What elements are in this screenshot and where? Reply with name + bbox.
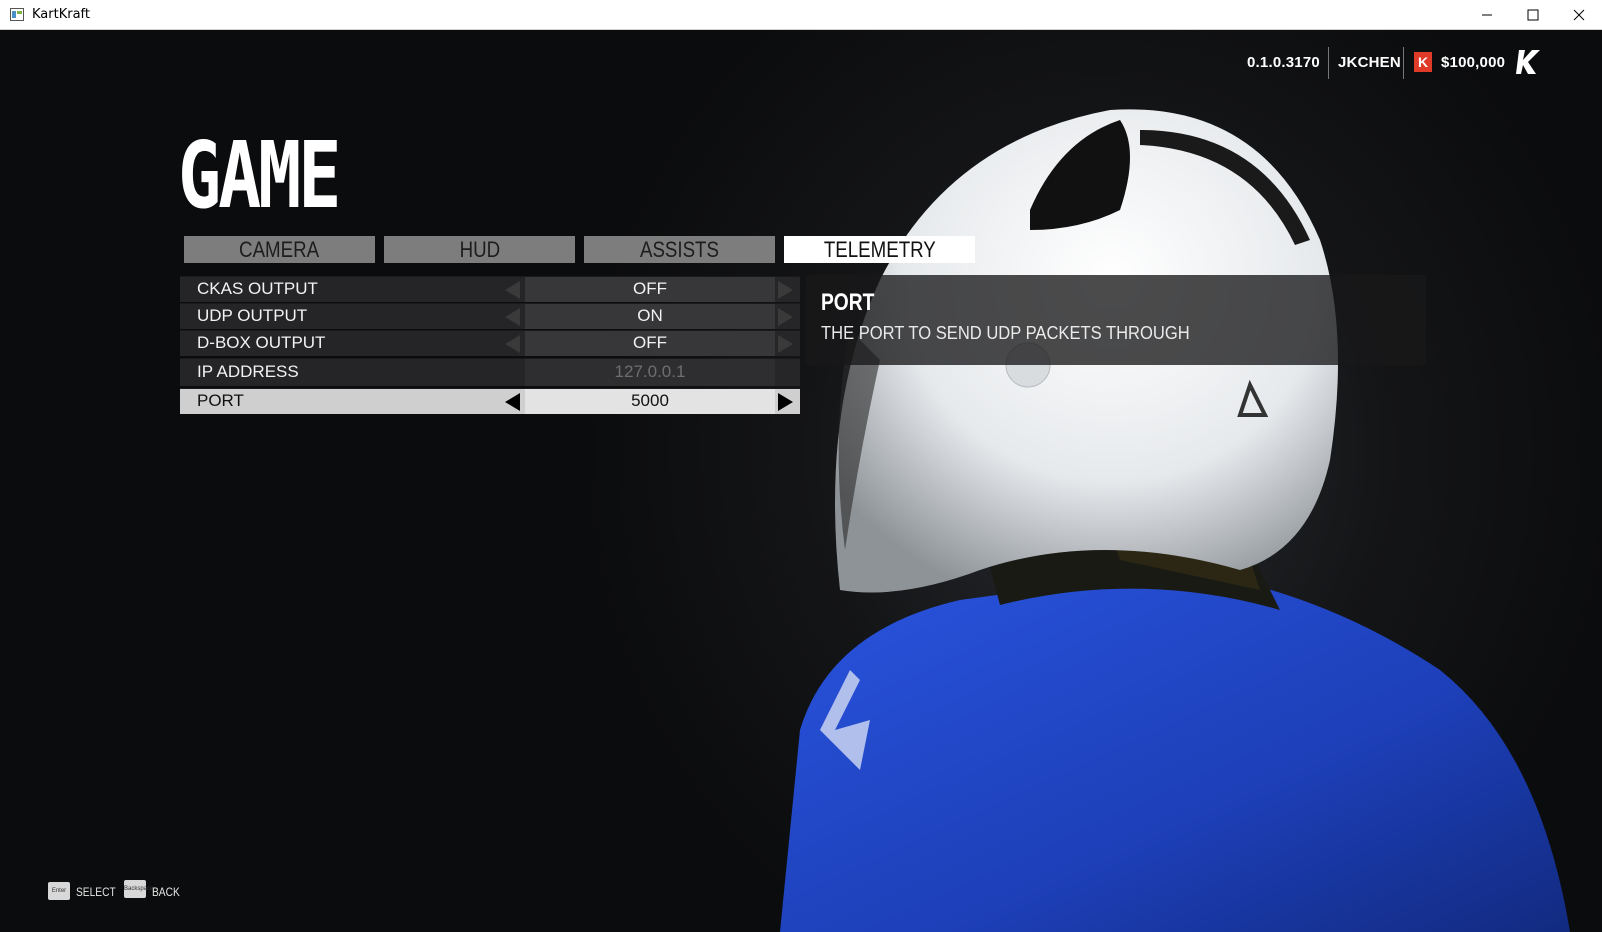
arrow-left-icon[interactable]: [505, 335, 520, 353]
kartkraft-logo-icon: [1516, 50, 1540, 74]
back-hint[interactable]: BACK: [152, 885, 180, 899]
arrow-right-icon[interactable]: [778, 308, 793, 326]
setting-value: ON: [637, 306, 663, 325]
description-text: THE PORT TO SEND UDP PACKETS THROUGH: [821, 323, 1190, 343]
money-label: $100,000: [1441, 54, 1506, 71]
setting-label: D-BOX OUTPUT: [197, 333, 326, 352]
setting-label: PORT: [197, 391, 244, 410]
backspace-key-icon: Backspace: [124, 880, 153, 898]
tab-label: ASSISTS: [640, 237, 719, 262]
tab-label: CAMERA: [239, 237, 320, 262]
tab-telemetry[interactable]: TELEMETRY: [784, 236, 975, 263]
info-divider: [1403, 47, 1404, 79]
setting-row-ckas-output[interactable]: CKAS OUTPUT OFF: [180, 276, 800, 302]
setting-value: OFF: [633, 333, 667, 352]
close-icon[interactable]: [1556, 0, 1602, 30]
currency-badge: K: [1414, 52, 1432, 72]
arrow-right-icon[interactable]: [778, 281, 793, 299]
maximize-icon[interactable]: [1510, 0, 1556, 30]
tab-hud[interactable]: HUD: [384, 236, 575, 263]
setting-label: UDP OUTPUT: [197, 306, 308, 325]
description-title: PORT: [821, 289, 875, 316]
arrow-right-icon[interactable]: [778, 393, 793, 411]
tab-camera[interactable]: CAMERA: [184, 236, 375, 263]
arrow-left-icon[interactable]: [505, 308, 520, 326]
minimize-icon[interactable]: [1464, 0, 1510, 30]
description-panel: PORT THE PORT TO SEND UDP PACKETS THROUG…: [806, 275, 1426, 365]
setting-label: CKAS OUTPUT: [197, 279, 318, 298]
page-title: GAME: [178, 122, 341, 229]
setting-row-udp-output[interactable]: UDP OUTPUT ON: [180, 303, 800, 329]
setting-value: OFF: [633, 279, 667, 298]
window-title: KartKraft: [32, 7, 90, 22]
version-label: 0.1.0.3170: [1247, 54, 1320, 71]
info-divider: [1328, 47, 1329, 79]
arrow-right-icon[interactable]: [778, 335, 793, 353]
enter-key-icon: Enter: [48, 882, 70, 900]
username-label: JKCHEN: [1338, 54, 1401, 71]
tab-label: HUD: [459, 237, 500, 262]
setting-value: 5000: [631, 391, 669, 410]
tab-label: TELEMETRY: [823, 237, 936, 262]
tab-assists[interactable]: ASSISTS: [584, 236, 775, 263]
setting-value: 127.0.0.1: [614, 362, 686, 381]
game-viewport: 0.1.0.3170 JKCHEN K $100,000 GAME CAMERA…: [0, 30, 1602, 932]
setting-row-ip-address[interactable]: IP ADDRESS 127.0.0.1: [180, 358, 800, 386]
window-titlebar: KartKraft: [0, 0, 1602, 30]
arrow-left-icon[interactable]: [505, 393, 520, 411]
arrow-left-icon[interactable]: [505, 281, 520, 299]
app-icon: [10, 8, 24, 21]
setting-row-port[interactable]: PORT 5000: [180, 388, 800, 414]
setting-row-dbox-output[interactable]: D-BOX OUTPUT OFF: [180, 330, 800, 356]
setting-label: IP ADDRESS: [197, 362, 299, 381]
select-hint[interactable]: SELECT: [76, 885, 116, 899]
